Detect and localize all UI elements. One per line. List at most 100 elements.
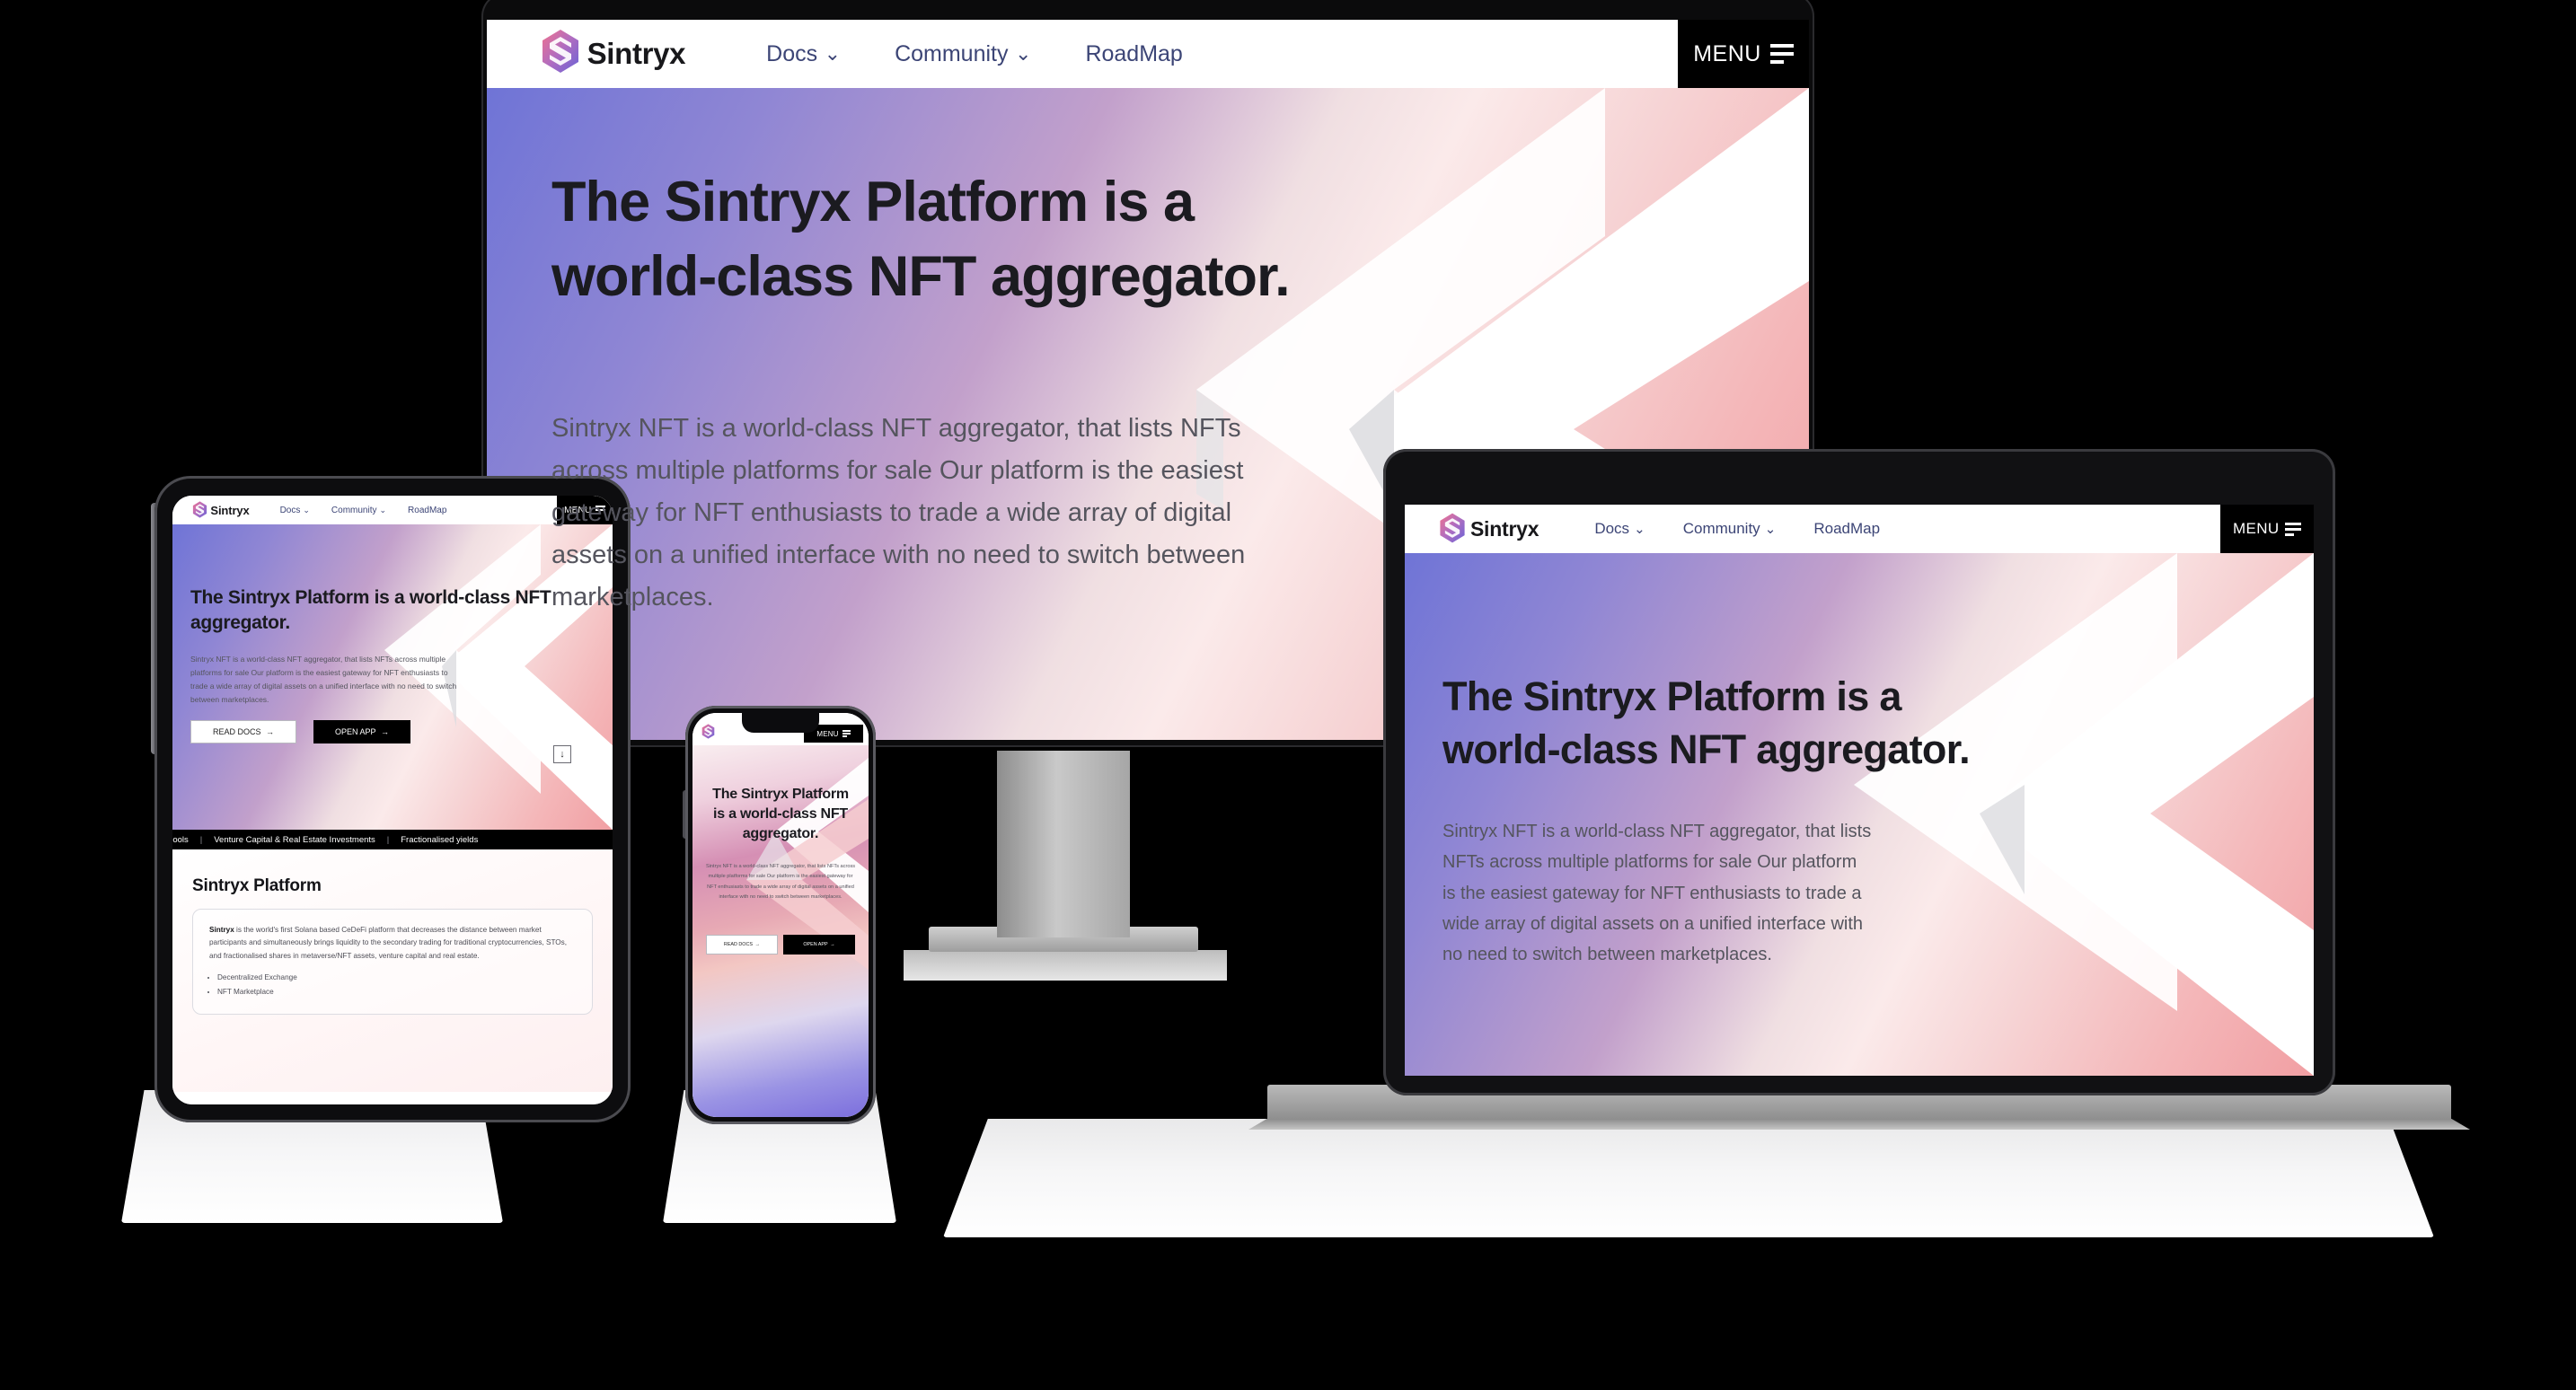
open-app-label: OPEN APP — [335, 727, 376, 737]
nav-link-docs-label: Docs — [279, 505, 301, 515]
read-docs-button[interactable]: READ DOCS → — [706, 934, 778, 955]
website-laptop: Sintryx Docs ⌄ Community ⌄ RoadMap MENU … — [1405, 505, 2314, 1076]
ticker-item-1: Venture Capital & Real Estate Investment… — [214, 834, 375, 845]
sintryx-hexagon-logo-icon — [701, 724, 715, 741]
hamburger-menu-icon — [1769, 44, 1794, 64]
platform-card-lead-rest: is the world's first Solana based CeDeFi… — [209, 926, 568, 960]
nav-link-community[interactable]: Community ⌄ — [1683, 520, 1777, 538]
website-phone: MENU The Sintryx Platform is a world-cla… — [693, 713, 869, 1117]
hero-content: The Sintryx Platform is a world-class NF… — [172, 524, 568, 744]
nav-link-roadmap-label: RoadMap — [408, 505, 447, 515]
nav-link-community-label: Community — [1682, 520, 1760, 537]
nav-link-community[interactable]: Community ⌄ — [895, 41, 1031, 67]
brand-logo[interactable]: Sintryx — [1439, 513, 1539, 546]
nav-link-docs[interactable]: Docs ⌄ — [766, 41, 841, 67]
laptop-base-lip — [1248, 1119, 2470, 1130]
nav-link-community-label: Community — [331, 505, 377, 515]
ticker-strip: Pools | Venture Capital & Real Estate In… — [172, 830, 613, 849]
arrow-right-icon: → — [265, 727, 274, 737]
hero-content: The Sintryx Platform is a world-class NF… — [1405, 553, 2017, 971]
platform-section-title: Sintryx Platform — [192, 876, 322, 895]
hero-section: The Sintryx Platform is a world-class NF… — [1405, 553, 2314, 1076]
brand-logo[interactable]: Sintryx — [541, 29, 686, 79]
hero-buttons: READ DOCS → OPEN APP → — [190, 720, 568, 744]
nav-link-docs-label: Docs — [766, 40, 818, 66]
navbar: Sintryx Docs ⌄ Community ⌄ RoadMap MENU — [1405, 505, 2314, 553]
ticker-item-2: Fractionalised yields — [401, 834, 479, 845]
platform-bullets: Decentralized Exchange NFT Marketplace — [209, 971, 576, 999]
brand-logo[interactable] — [701, 724, 715, 741]
read-docs-label: READ DOCS — [723, 941, 753, 947]
hero-paragraph: Sintryx NFT is a world-class NFT aggrega… — [190, 654, 457, 705]
chevron-down-icon: ⌄ — [303, 505, 310, 515]
hero-content: The Sintryx Platform is a world-class NF… — [487, 88, 1360, 619]
read-docs-label: READ DOCS — [213, 727, 261, 737]
chevron-down-icon: ⌄ — [824, 42, 842, 65]
smartphone: MENU The Sintryx Platform is a world-cla… — [685, 706, 876, 1124]
chevron-down-icon: ⌄ — [1764, 522, 1777, 537]
platform-bullet-0: Decentralized Exchange — [217, 971, 576, 985]
nav-link-community-label: Community — [895, 40, 1009, 66]
hero-section: The Sintryx Platform is a world-class NF… — [172, 524, 613, 830]
laptop: Sintryx Docs ⌄ Community ⌄ RoadMap MENU … — [1383, 449, 2335, 1095]
phone-notch — [742, 713, 819, 733]
arrow-right-icon: → — [380, 727, 389, 737]
hero-heading: The Sintryx Platform is a world-class NF… — [712, 787, 849, 842]
arrow-right-icon: → — [830, 941, 835, 947]
hero-heading: The Sintryx Platform is a world-class NF… — [551, 171, 1291, 309]
ticker-separator: | — [199, 834, 203, 845]
read-docs-button[interactable]: READ DOCS → — [190, 720, 296, 744]
menu-button[interactable]: MENU — [1678, 20, 1809, 88]
chevron-down-icon: ⌄ — [1015, 42, 1032, 65]
nav-links: Docs ⌄ Community ⌄ RoadMap — [1594, 520, 1880, 538]
nav-link-docs[interactable]: Docs ⌄ — [280, 506, 310, 515]
platform-card-lead-bold: Sintryx — [209, 926, 234, 934]
platform-section: Sintryx Platform Sintryx is the world's … — [172, 849, 613, 1092]
ticker-separator: | — [386, 834, 390, 845]
navbar: Sintryx Docs ⌄ Community ⌄ RoadMap MENU — [487, 20, 1809, 88]
laptop-screen: Sintryx Docs ⌄ Community ⌄ RoadMap MENU … — [1405, 505, 2314, 1076]
platform-bullet-1: NFT Marketplace — [217, 985, 576, 999]
hero-content: The Sintryx Platform is a world-class NF… — [693, 745, 869, 955]
hero-section: The Sintryx Platform is a world-class NF… — [693, 745, 869, 1117]
sintryx-hexagon-logo-icon — [1439, 513, 1466, 546]
platform-card-paragraph: Sintryx is the world's first Solana base… — [209, 924, 576, 963]
menu-button-label: MENU — [2233, 520, 2280, 537]
scroll-down-button[interactable]: ↓ — [553, 745, 571, 763]
nav-links: Docs ⌄ Community ⌄ RoadMap — [766, 41, 1183, 67]
open-app-button[interactable]: OPEN APP → — [313, 720, 410, 744]
brand-name: Sintryx — [1469, 516, 1539, 541]
tablet-screen: Sintryx Docs ⌄ Community ⌄ RoadMap MENU … — [172, 496, 613, 1104]
nav-link-community[interactable]: Community ⌄ — [331, 506, 386, 515]
open-app-label: OPEN APP — [803, 941, 828, 947]
hamburger-menu-icon — [2284, 522, 2301, 536]
tablet: Sintryx Docs ⌄ Community ⌄ RoadMap MENU … — [154, 476, 631, 1122]
platform-card: Sintryx is the world's first Solana base… — [192, 909, 593, 1015]
phone-screen: MENU The Sintryx Platform is a world-cla… — [693, 713, 869, 1117]
open-app-button[interactable]: OPEN APP → — [783, 934, 855, 955]
arrow-right-icon: → — [754, 941, 761, 947]
nav-link-roadmap[interactable]: RoadMap — [1085, 41, 1182, 67]
nav-link-roadmap-label: RoadMap — [1085, 40, 1183, 66]
website-tablet: Sintryx Docs ⌄ Community ⌄ RoadMap MENU … — [172, 496, 613, 1104]
nav-link-roadmap[interactable]: RoadMap — [1813, 520, 1880, 538]
pedestal-laptop — [943, 1119, 2434, 1237]
menu-button[interactable]: MENU — [2220, 505, 2314, 553]
nav-link-roadmap[interactable]: RoadMap — [408, 506, 446, 515]
monitor-neck — [997, 751, 1130, 937]
mockup-stage: Sintryx Docs ⌄ Community ⌄ RoadMap MENU … — [0, 0, 2576, 1390]
chevron-down-icon: ⌄ — [1634, 522, 1645, 537]
sintryx-hexagon-logo-icon — [192, 500, 207, 520]
hero-buttons: READ DOCS → OPEN APP → — [705, 934, 856, 955]
brand-logo[interactable]: Sintryx — [192, 500, 250, 520]
hero-heading: The Sintryx Platform is a world-class NF… — [1442, 673, 1971, 773]
hero-paragraph: Sintryx NFT is a world-class NFT aggrega… — [1442, 821, 1872, 965]
nav-links: Docs ⌄ Community ⌄ RoadMap — [280, 506, 447, 515]
nav-link-roadmap-label: RoadMap — [1813, 520, 1881, 537]
nav-link-docs-label: Docs — [1594, 520, 1630, 537]
nav-link-docs[interactable]: Docs ⌄ — [1594, 520, 1645, 538]
hero-paragraph: Sintryx NFT is a world-class NFT aggrega… — [705, 864, 856, 900]
brand-name: Sintryx — [587, 37, 686, 70]
arrow-down-icon: ↓ — [560, 749, 565, 760]
hero-heading: The Sintryx Platform is a world-class NF… — [190, 587, 551, 634]
